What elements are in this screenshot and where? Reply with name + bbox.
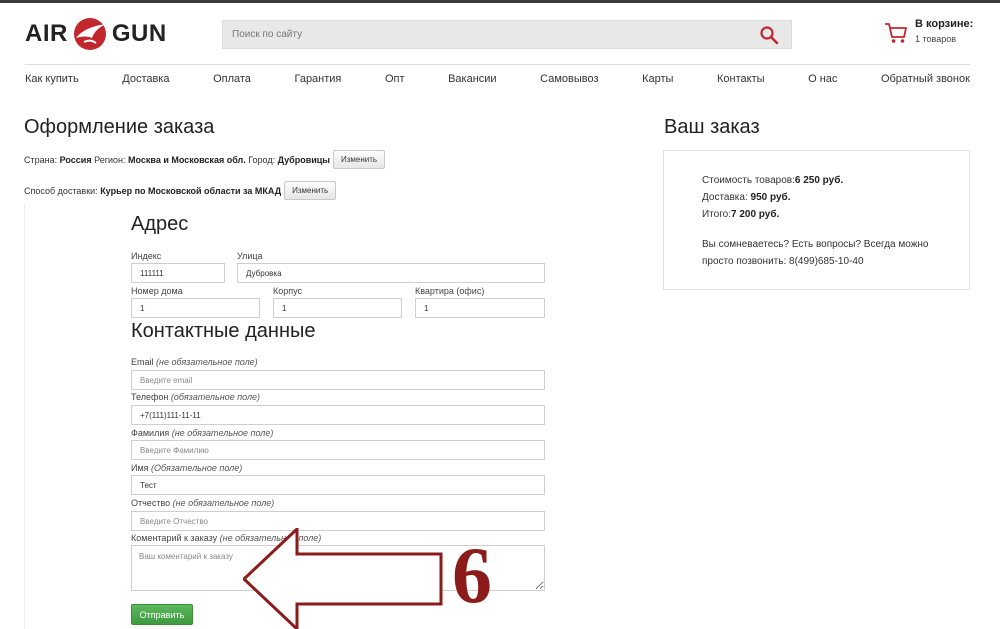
top-bar xyxy=(0,0,1000,3)
city-value: Дубровицы xyxy=(277,154,330,165)
submit-button[interactable]: Отправить xyxy=(131,604,193,625)
goods-cost-line: Стоимость товаров:6 250 руб. xyxy=(702,175,843,186)
nav-item-wholesale[interactable]: Опт xyxy=(385,73,405,85)
surname-label: Фамилия (не обязательное поле) xyxy=(131,428,273,438)
help-note: Вы сомневаетесь? Есть вопросы? Всегда мо… xyxy=(702,239,929,267)
main-nav: Как купить Доставка Оплата Гарантия Опт … xyxy=(25,73,970,85)
cart-count: 1 товаров xyxy=(915,34,957,44)
delivery-row: Способ доставки: Курьер по Московской об… xyxy=(24,181,337,200)
nav-item-maps[interactable]: Карты xyxy=(642,73,673,85)
order-summary-title: Ваш заказ xyxy=(664,116,760,138)
total-label: Итого: xyxy=(702,209,731,220)
search-input[interactable] xyxy=(223,21,743,48)
name-label: Имя (Обязательное поле) xyxy=(131,463,242,473)
annotation-arrow-icon xyxy=(243,528,443,629)
delivery-value: Курьер по Московской области за МКАД xyxy=(100,185,282,196)
region-value: Москва и Московская обл. xyxy=(128,154,246,165)
change-delivery-button[interactable]: Изменить xyxy=(284,181,337,200)
korpus-label: Корпус xyxy=(273,286,303,296)
nav-item-delivery[interactable]: Доставка xyxy=(122,73,169,85)
nav-item-about[interactable]: О нас xyxy=(808,73,837,85)
delivery-cost-value: 950 руб. xyxy=(750,192,791,203)
house-field[interactable] xyxy=(131,298,260,318)
flat-field[interactable] xyxy=(415,298,545,318)
delivery-label: Способ доставки: xyxy=(24,185,98,196)
index-label: Индекс xyxy=(131,251,162,261)
nav-item-vacancies[interactable]: Вакансии xyxy=(448,73,497,85)
phone-label: Телефон (обязательное поле) xyxy=(131,392,260,402)
cart-widget[interactable]: В корзине: 1 товаров xyxy=(884,18,973,45)
street-label: Улица xyxy=(237,251,263,261)
cart-title: В корзине: xyxy=(915,18,974,30)
logo-mark-icon xyxy=(73,18,106,50)
nav-item-how-to-buy[interactable]: Как купить xyxy=(25,73,79,85)
total-line: Итого:7 200 руб. xyxy=(702,209,779,220)
name-field[interactable] xyxy=(131,475,545,495)
nav-item-pickup[interactable]: Самовывоз xyxy=(540,73,598,85)
order-summary-box: Стоимость товаров:6 250 руб. Доставка: 9… xyxy=(663,150,970,290)
total-value: 7 200 руб. xyxy=(730,209,780,220)
comment-label-text: Коментарий к заказу xyxy=(131,533,218,543)
email-note: (не обязательное поле) xyxy=(156,357,258,367)
city-label: Город: xyxy=(248,154,276,165)
page-title: Оформление заказа xyxy=(24,116,215,138)
goods-cost-label: Стоимость товаров: xyxy=(702,175,795,186)
nav-item-warranty[interactable]: Гарантия xyxy=(294,73,341,85)
delivery-cost-label: Доставка: xyxy=(702,192,751,203)
surname-field[interactable] xyxy=(131,440,545,460)
change-region-button[interactable]: Изменить xyxy=(333,150,386,169)
contacts-title: Контактные данные xyxy=(131,320,316,342)
patronymic-note: (не обязательное поле) xyxy=(172,498,275,508)
nav-item-callback[interactable]: Обратный звонок xyxy=(881,73,970,85)
name-label-text: Имя xyxy=(131,463,149,473)
patronymic-label-text: Отчество xyxy=(131,498,171,508)
shopping-cart-icon xyxy=(885,23,907,43)
surname-label-text: Фамилия xyxy=(131,428,170,438)
patronymic-label: Отчество (не обязательное поле) xyxy=(131,498,274,508)
phone-note: (обязательное поле) xyxy=(170,392,261,402)
nav-divider xyxy=(25,64,970,65)
index-field[interactable] xyxy=(131,263,225,283)
email-label-text: Email xyxy=(131,357,154,367)
country-value: Россия xyxy=(59,154,92,165)
korpus-field[interactable] xyxy=(273,298,402,318)
street-field[interactable] xyxy=(237,263,545,283)
region-row: Страна: Россия Регион: Москва и Московск… xyxy=(24,150,386,169)
name-note: (Обязательное поле) xyxy=(151,463,243,473)
form-frame-border xyxy=(24,204,25,629)
phone-field[interactable] xyxy=(131,405,545,425)
search-icon[interactable] xyxy=(759,25,779,45)
annotation-number: 6 xyxy=(452,532,492,620)
flat-label: Квартира (офис) xyxy=(415,286,485,296)
goods-cost-value: 6 250 руб. xyxy=(794,175,844,186)
email-label: Email (не обязательное поле) xyxy=(131,357,258,367)
house-label: Номер дома xyxy=(131,286,183,296)
email-field[interactable] xyxy=(131,370,545,390)
site-logo[interactable]: AIR GUN xyxy=(25,16,167,52)
logo-text-left: AIR xyxy=(25,20,68,47)
nav-item-contacts[interactable]: Контакты xyxy=(717,73,765,85)
search-bar xyxy=(222,20,792,49)
region-label: Регион: xyxy=(94,154,126,165)
address-title: Адрес xyxy=(131,213,189,235)
country-label: Страна: xyxy=(24,154,58,165)
nav-item-payment[interactable]: Оплата xyxy=(213,73,251,85)
logo-text-right: GUN xyxy=(111,20,167,47)
surname-note: (не обязательное поле) xyxy=(171,428,274,438)
delivery-cost-line: Доставка: 950 руб. xyxy=(702,192,790,203)
phone-label-text: Телефон xyxy=(131,392,169,402)
